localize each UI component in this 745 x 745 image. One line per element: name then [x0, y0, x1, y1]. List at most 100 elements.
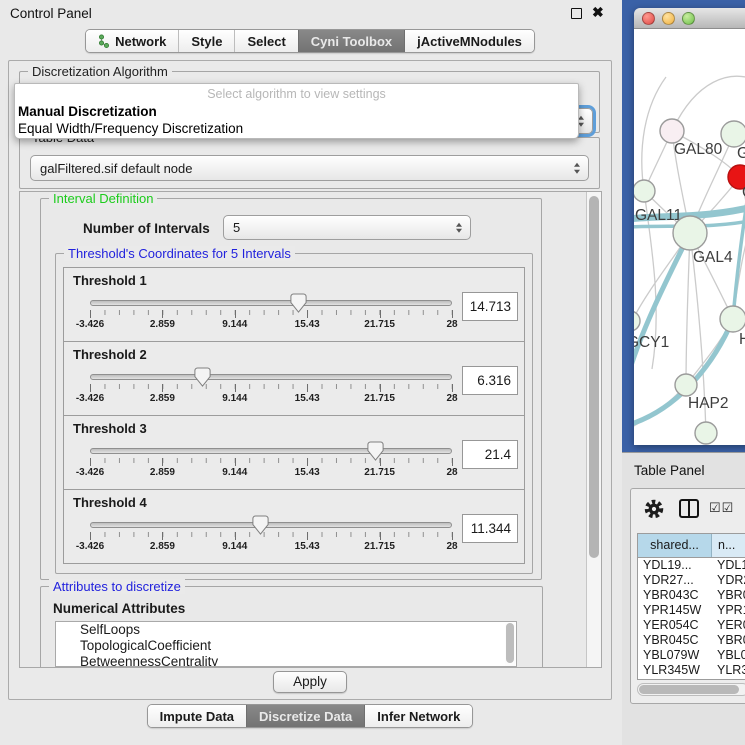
zoom-traffic-light-icon[interactable] [682, 12, 695, 25]
table-data-group: Table Data galFiltered.sif default node [19, 137, 600, 189]
slider-scale: -3.4262.8599.14415.4321.71528 [90, 384, 452, 406]
table-row[interactable]: YBR045CYBR0 [638, 633, 745, 648]
tab-jactivemnodules[interactable]: jActiveMNodules [404, 30, 534, 52]
thresholds-group: Threshold's Coordinates for 5 Intervals … [55, 253, 533, 574]
node-attribute-table: shared... n... YDL19...YDL1YDR27...YDR2Y… [637, 533, 745, 680]
minimize-traffic-light-icon[interactable] [662, 12, 675, 25]
tab-select[interactable]: Select [234, 30, 297, 52]
network-node[interactable] [721, 121, 745, 147]
horizontal-scrollbar[interactable] [637, 683, 745, 696]
network-node[interactable] [673, 216, 707, 250]
major-tick [162, 310, 163, 318]
scrollbar-thumb[interactable] [639, 685, 739, 694]
major-tick [307, 458, 308, 466]
tab-network[interactable]: Network [86, 30, 178, 52]
threshold-1-value-field[interactable]: 14.713 [462, 292, 518, 321]
tick-label: 15.43 [295, 319, 320, 330]
table-row[interactable]: YER054CYER0 [638, 618, 745, 633]
tab-label: jActiveMNodules [417, 34, 522, 49]
major-tick [380, 310, 381, 318]
major-tick [90, 384, 91, 392]
major-tick [235, 532, 236, 540]
network-node-label: HAP2 [688, 395, 729, 412]
network-node[interactable] [634, 311, 640, 331]
table-data-select[interactable]: galFiltered.sif default node [30, 155, 589, 181]
network-node[interactable] [675, 374, 697, 396]
column-header-name[interactable]: n... [712, 534, 745, 557]
tick-label: 21.715 [364, 467, 395, 478]
list-item[interactable]: BetweennessCentrality [56, 654, 516, 667]
major-tick [307, 310, 308, 318]
threshold-3-value-field[interactable]: 21.4 [462, 440, 518, 469]
table-cell: YBR045C [638, 633, 712, 648]
threshold-1-slider[interactable] [90, 300, 452, 306]
list-scrollbar[interactable] [505, 623, 515, 667]
tab-style[interactable]: Style [178, 30, 234, 52]
float-window-icon[interactable] [571, 8, 582, 19]
gear-icon[interactable] [643, 498, 665, 525]
vertical-scrollbar[interactable] [586, 192, 601, 667]
table-cell: YIL0 [712, 678, 745, 680]
tab-impute-data[interactable]: Impute Data [148, 705, 246, 727]
dropdown-option-equal-width-frequency[interactable]: Equal Width/Frequency Discretization [18, 121, 243, 136]
table-row[interactable]: YLR345WYLR3 [638, 663, 745, 678]
network-node[interactable] [634, 180, 655, 202]
cyni-toolbox-content: Discretization Algorithm Select algorith… [8, 60, 612, 700]
tick-label: 28 [446, 319, 457, 330]
tab-cyni-toolbox[interactable]: Cyni Toolbox [298, 30, 404, 52]
threshold-4-slider[interactable] [90, 522, 452, 528]
table-row[interactable]: YPR145WYPR1 [638, 603, 745, 618]
slider-scale: -3.4262.8599.14415.4321.71528 [90, 458, 452, 480]
tab-discretize-data[interactable]: Discretize Data [246, 705, 364, 727]
network-node[interactable] [660, 119, 684, 143]
close-traffic-light-icon[interactable] [642, 12, 655, 25]
num-intervals-select[interactable]: 5 [223, 215, 471, 240]
network-icon [98, 34, 110, 48]
scrollbar-thumb[interactable] [589, 196, 599, 558]
table-row[interactable]: YDL19...YDL1 [638, 558, 745, 573]
combo-stepper-icon [574, 163, 580, 174]
list-item[interactable]: TopologicalCoefficient [56, 638, 516, 654]
select-columns-checkbox-icon[interactable]: ☑☑ [709, 500, 734, 516]
control-panel: Control Panel ✖ Network Style Select [0, 0, 620, 745]
column-header-shared-name[interactable]: shared... [638, 534, 712, 557]
numerical-attributes-list[interactable]: SelfLoops TopologicalCoefficient Between… [55, 621, 517, 667]
table-cell: YBL079W [638, 648, 712, 663]
major-tick [90, 310, 91, 318]
split-columns-icon[interactable] [679, 499, 699, 518]
threshold-4-value-field[interactable]: 11.344 [462, 514, 518, 543]
threshold-label: Threshold 1 [73, 273, 147, 288]
tick-label: 28 [446, 393, 457, 404]
list-item[interactable]: SelfLoops [56, 622, 516, 638]
network-node[interactable] [720, 306, 745, 332]
table-row[interactable]: YIL052CYIL0 [638, 678, 745, 680]
apply-button[interactable]: Apply [273, 671, 347, 693]
tick-label: 15.43 [295, 393, 320, 404]
threshold-2-value-field[interactable]: 6.316 [462, 366, 518, 395]
network-edge[interactable] [686, 233, 690, 385]
network-node[interactable] [695, 422, 717, 444]
control-panel-titlebar: Control Panel ✖ [0, 0, 620, 26]
attributes-to-discretize-group: Attributes to discretize Numerical Attri… [40, 586, 543, 668]
tick-label: 21.715 [364, 541, 395, 552]
table-row[interactable]: YBR043CYBR0 [638, 588, 745, 603]
network-canvas[interactable]: GAL80GCGAL11GAL4GCY1HHAP2 [634, 29, 745, 445]
table-panel-body: ☑☑ shared... n... YDL19...YDL1YDR27...YD… [630, 488, 745, 704]
dropdown-option-manual-discretization[interactable]: Manual Discretization [18, 104, 157, 119]
table-row[interactable]: YDR27...YDR2 [638, 573, 745, 588]
tab-infer-network[interactable]: Infer Network [364, 705, 472, 727]
num-intervals-label: Number of Intervals [83, 221, 210, 236]
table-cell: YER0 [712, 618, 745, 633]
network-node-label: GCY1 [634, 334, 669, 351]
threshold-2-slider[interactable] [90, 374, 452, 380]
close-icon[interactable]: ✖ [592, 4, 604, 21]
threshold-3-slider[interactable] [90, 448, 452, 454]
threshold-label: Threshold 2 [73, 347, 147, 362]
slider-scale: -3.4262.8599.14415.4321.71528 [90, 310, 452, 332]
table-row[interactable]: YBL079WYBL0 [638, 648, 745, 663]
tab-label: Discretize Data [259, 709, 352, 724]
table-cell: YLR3 [712, 663, 745, 678]
table-cell: YIL052C [638, 678, 712, 680]
table-body: YDL19...YDL1YDR27...YDR2YBR043CYBR0YPR14… [638, 558, 745, 680]
network-node-label: GAL11 [635, 207, 682, 224]
